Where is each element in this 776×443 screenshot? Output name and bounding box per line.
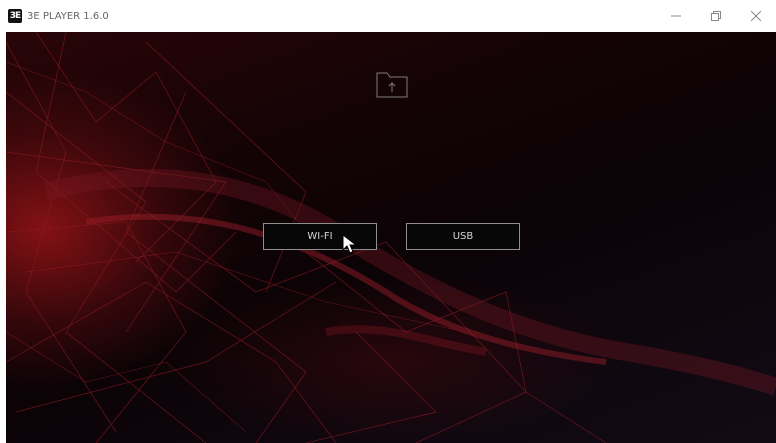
mouse-cursor-icon: [342, 234, 358, 254]
minimize-button[interactable]: [656, 0, 696, 32]
close-icon: [751, 11, 761, 21]
app-logo-glyph: 3E: [9, 11, 21, 21]
restore-button[interactable]: [696, 0, 736, 32]
app-window: 3E 3E PLAYER 1.6.0 WI-FI USB: [0, 0, 776, 443]
app-logo-icon: 3E: [8, 9, 22, 23]
window-title: 3E PLAYER 1.6.0: [27, 10, 109, 22]
close-button[interactable]: [736, 0, 776, 32]
usb-button[interactable]: USB: [406, 223, 520, 250]
minimize-icon: [671, 15, 681, 17]
title-bar[interactable]: 3E 3E PLAYER 1.6.0: [0, 0, 776, 32]
restore-icon: [711, 11, 721, 21]
folder-upload-icon[interactable]: [376, 70, 408, 98]
window-controls: [656, 0, 776, 32]
main-stage: WI-FI USB: [6, 32, 776, 443]
